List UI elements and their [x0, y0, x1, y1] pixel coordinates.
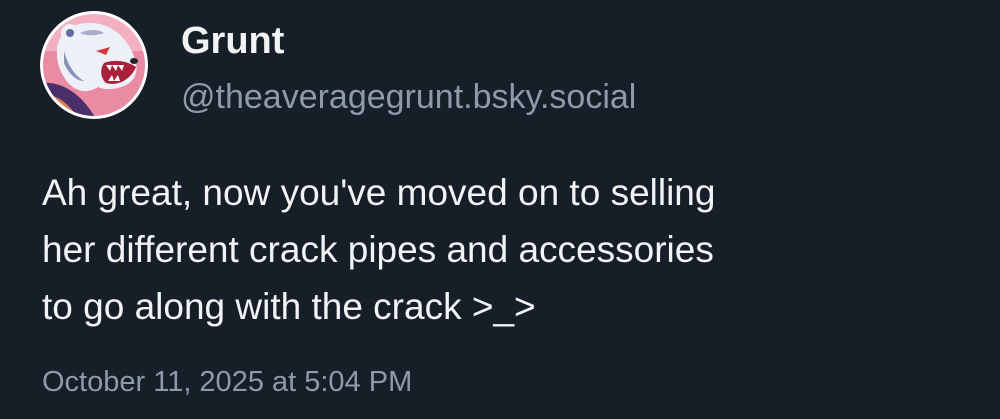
post-text-line: her different crack pipes and accessorie… — [42, 229, 714, 270]
post-text-line: Ah great, now you've moved on to selling — [42, 172, 716, 213]
post-card: Grunt @theaveragegrunt.bsky.social Ah gr… — [0, 0, 1000, 419]
author-display-name[interactable]: Grunt — [181, 18, 284, 64]
author-handle[interactable]: @theaveragegrunt.bsky.social — [181, 76, 636, 118]
post-timestamp[interactable]: October 11, 2025 at 5:04 PM — [42, 362, 412, 402]
author-avatar[interactable] — [40, 11, 148, 119]
post-text-line: to go along with the crack >_> — [42, 286, 536, 327]
polar-bear-avatar-icon — [40, 11, 148, 119]
post-text: Ah great, now you've moved on to selling… — [42, 164, 972, 335]
